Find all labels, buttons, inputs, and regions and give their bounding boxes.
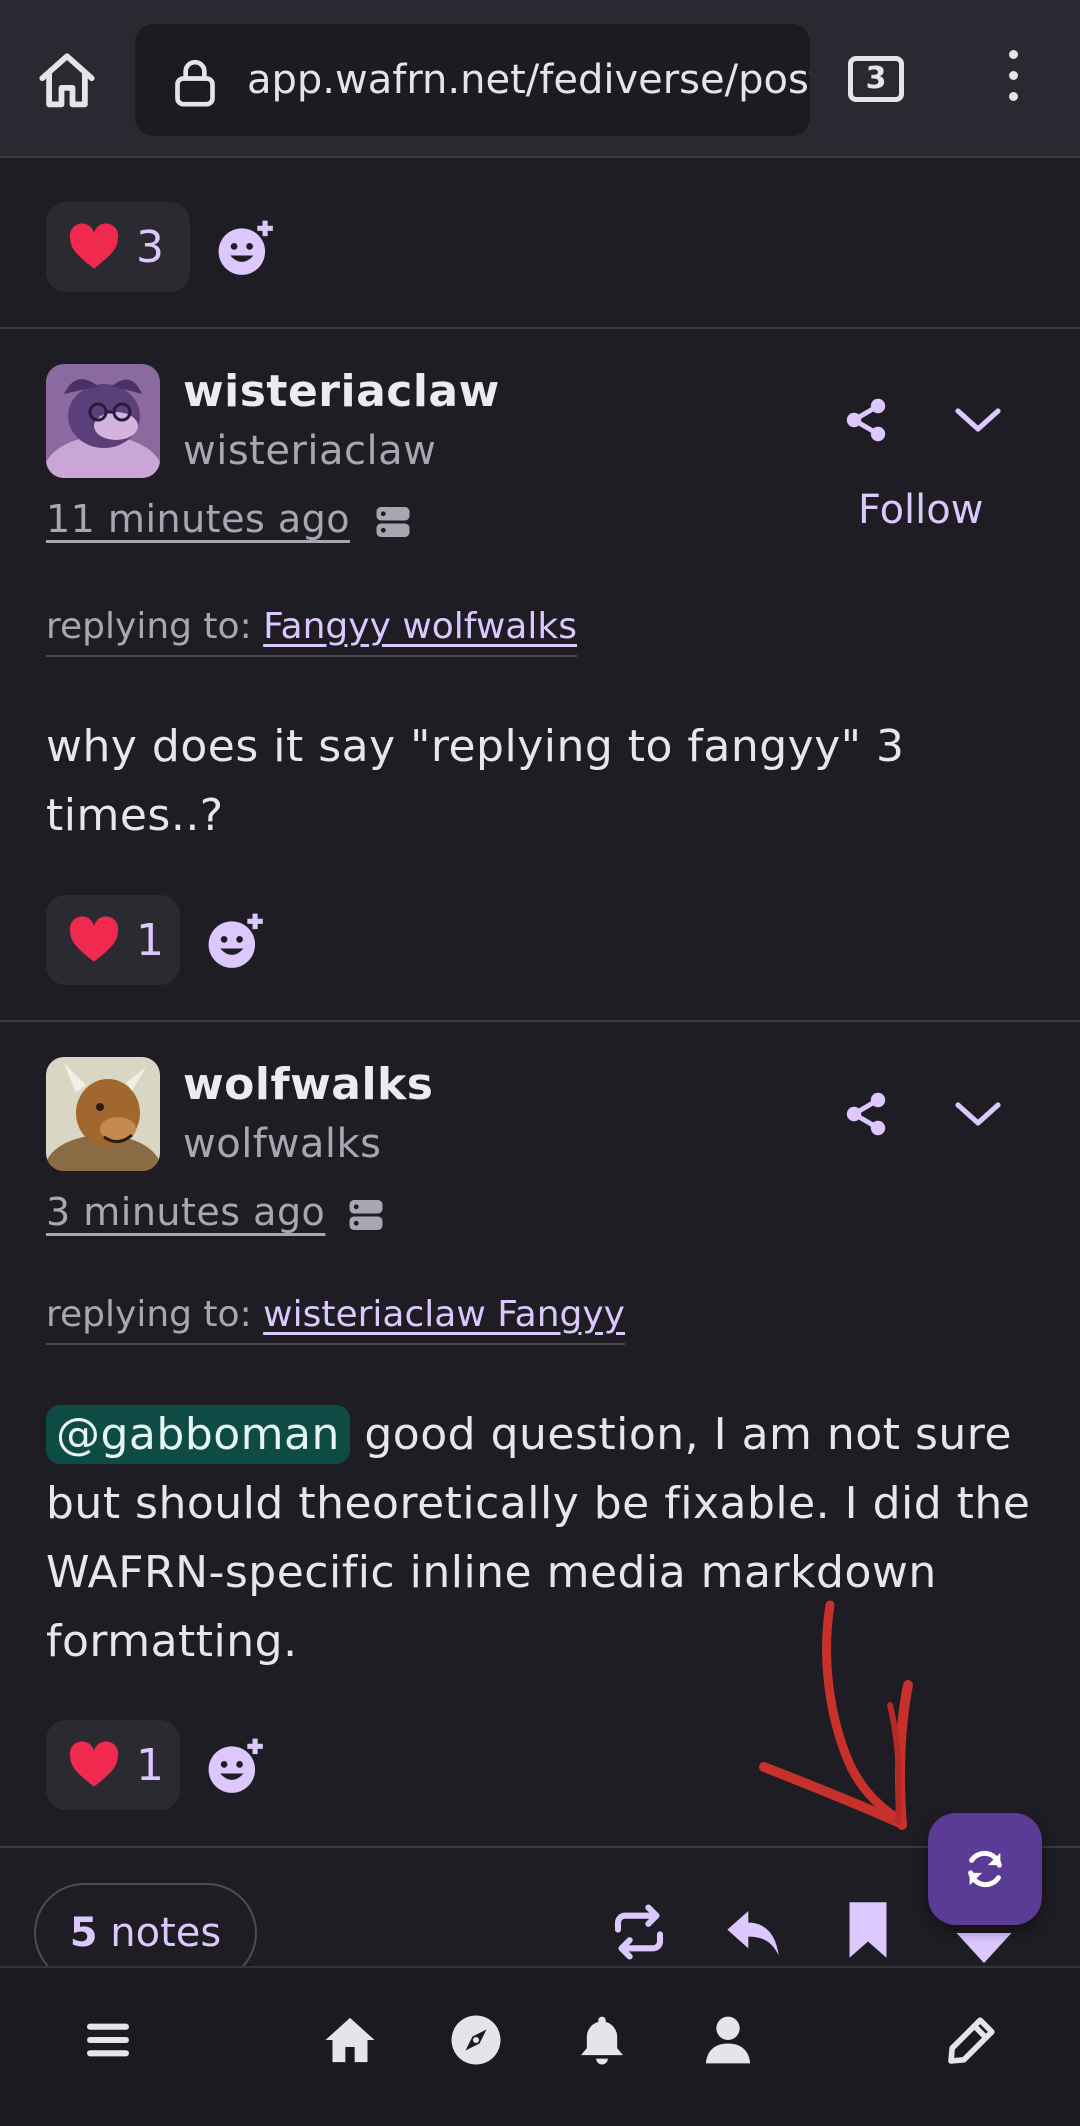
notes-count: 5 (70, 1910, 98, 1956)
avatar[interactable] (46, 1057, 160, 1171)
tabs-icon[interactable]: 3 (848, 56, 904, 102)
display-name[interactable]: wolfwalks (183, 1059, 433, 1110)
pencil-icon[interactable] (944, 2012, 1000, 2068)
post-divider (0, 327, 1080, 329)
menu-icon[interactable] (998, 50, 1028, 110)
post-divider (0, 1020, 1080, 1022)
browser-toolbar: app.wafrn.net/fediverse/post/ 3 (0, 0, 1080, 158)
replying-to-users[interactable]: Fangyy wolfwalks (263, 606, 577, 647)
reply-icon[interactable] (722, 1904, 784, 1960)
bottom-navigation (0, 1966, 1080, 2126)
share-icon[interactable] (842, 1090, 890, 1138)
heart-reaction[interactable]: 1 (46, 895, 180, 985)
replying-to-line: replying to: wisteriaclaw Fangyy (46, 1294, 625, 1345)
emoji-add-icon[interactable] (216, 218, 278, 280)
refresh-button[interactable] (928, 1813, 1042, 1925)
lock-icon (167, 54, 223, 110)
bookmark-icon[interactable] (844, 1900, 892, 1960)
app-screen: app.wafrn.net/fediverse/post/ 3 3 wister… (0, 0, 1080, 2126)
post-timestamp[interactable]: 3 minutes ago (46, 1190, 325, 1234)
notes-label: notes (110, 1910, 221, 1956)
post-body: why does it say "replying to fangyy" 3 t… (46, 712, 1046, 850)
share-icon[interactable] (842, 396, 890, 444)
reblog-icon[interactable] (608, 1904, 670, 1960)
heart-reaction[interactable]: 3 (46, 202, 190, 292)
avatar[interactable] (46, 364, 160, 478)
reaction-count: 3 (136, 222, 164, 273)
explore-icon[interactable] (448, 2012, 504, 2068)
heart-icon (68, 223, 120, 271)
emoji-add-icon[interactable] (206, 1736, 268, 1798)
chevron-down-icon[interactable] (954, 406, 1002, 436)
heart-icon (68, 916, 120, 964)
mention-link[interactable]: @gabboman (46, 1405, 350, 1464)
post-body: @gabboman good question, I am not sure b… (46, 1400, 1046, 1676)
server-icon (348, 1198, 384, 1232)
post-timestamp[interactable]: 11 minutes ago (46, 497, 350, 541)
chevron-down-icon[interactable] (954, 1100, 1002, 1130)
profile-icon[interactable] (700, 2012, 756, 2068)
hamburger-icon[interactable] (80, 2012, 136, 2068)
reaction-count: 1 (136, 1740, 164, 1791)
follow-button[interactable]: Follow (858, 487, 983, 533)
emoji-add-icon[interactable] (206, 911, 268, 973)
replying-to-users[interactable]: wisteriaclaw Fangyy (263, 1294, 625, 1335)
address-bar[interactable]: app.wafrn.net/fediverse/post/ (135, 24, 810, 136)
home-icon[interactable] (34, 48, 100, 114)
server-icon (375, 505, 411, 539)
display-name[interactable]: wisteriaclaw (183, 366, 500, 417)
heart-icon (68, 1741, 120, 1789)
bell-icon[interactable] (574, 2012, 630, 2068)
heart-reaction[interactable]: 1 (46, 1720, 180, 1810)
user-handle[interactable]: wisteriaclaw (183, 428, 436, 474)
refresh-icon (962, 1846, 1008, 1892)
post-divider (0, 1846, 1080, 1848)
reaction-count: 1 (136, 915, 164, 966)
replying-label: replying to: (46, 1294, 252, 1335)
chevron-down-icon[interactable] (954, 1930, 1014, 1966)
replying-to-line: replying to: Fangyy wolfwalks (46, 606, 577, 657)
url-text: app.wafrn.net/fediverse/post/ (247, 52, 810, 108)
user-handle[interactable]: wolfwalks (183, 1121, 382, 1167)
home-icon[interactable] (322, 2012, 378, 2068)
replying-label: replying to: (46, 606, 252, 647)
